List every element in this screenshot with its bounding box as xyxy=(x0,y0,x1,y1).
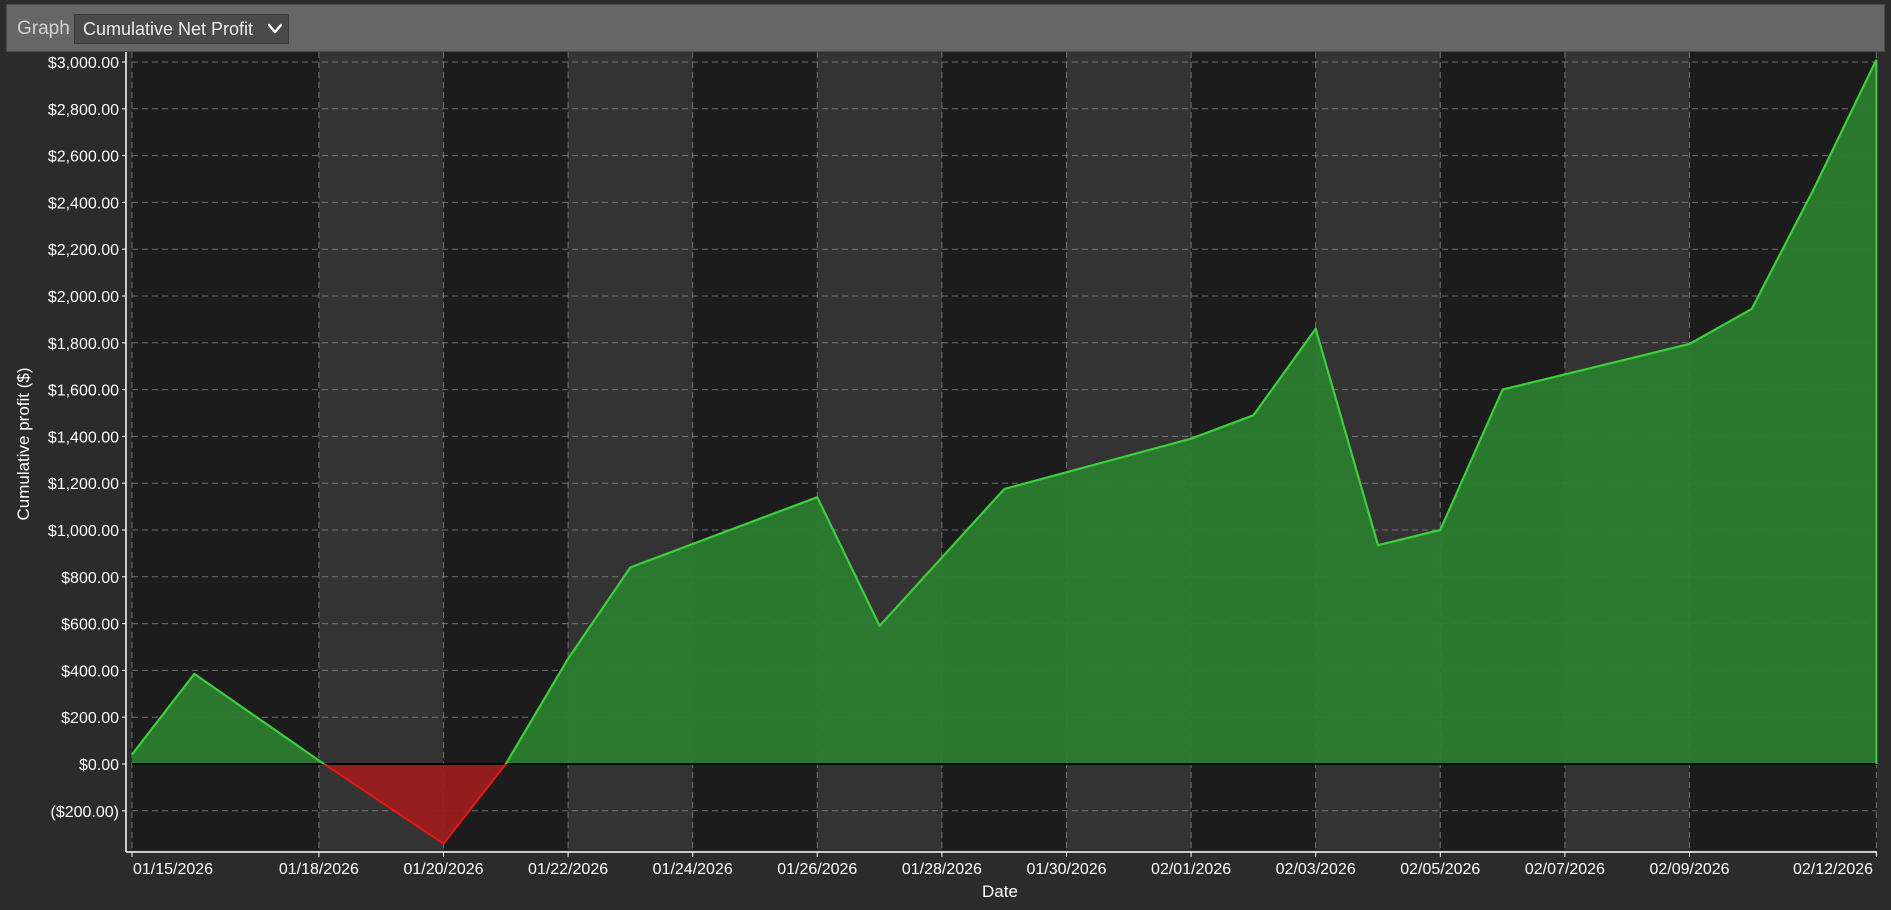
y-tick-label: $2,600.00 xyxy=(48,149,119,166)
shaded-band xyxy=(318,52,444,850)
graph-label: Graph xyxy=(17,18,70,39)
y-tick-label: $2,000.00 xyxy=(48,289,119,306)
x-tick-label: 01/20/2026 xyxy=(403,861,483,878)
y-tick-label: $1,800.00 xyxy=(48,336,119,353)
cumulative-profit-chart: $3,000.00 $2,800.00 $2,600.00 $2,400.00 $2,2… xyxy=(0,52,1891,910)
y-tick-label: $0.00 xyxy=(79,757,119,774)
x-tick-label: 01/18/2026 xyxy=(279,861,359,878)
x-tick-label: 01/28/2026 xyxy=(902,861,982,878)
y-tick-label: $400.00 xyxy=(61,663,119,680)
y-tick-label: $2,400.00 xyxy=(48,195,119,212)
x-tick-label: 01/30/2026 xyxy=(1026,861,1106,878)
metric-dropdown[interactable]: Cumulative Net Profit xyxy=(74,14,289,44)
x-tick-label: 02/03/2026 xyxy=(1276,861,1356,878)
y-tick-label: $1,400.00 xyxy=(48,429,119,446)
x-axis-label: Date xyxy=(982,882,1018,901)
graph-toolbar: Graph Cumulative Net Profit xyxy=(6,4,1885,52)
x-tick-label: 02/05/2026 xyxy=(1400,861,1480,878)
y-axis-label: Cumulative profit ($) xyxy=(14,367,33,520)
y-tick-label: ($200.00) xyxy=(51,804,120,821)
x-tick-label: 02/09/2026 xyxy=(1649,861,1729,878)
app-window: Graph Cumulative Net Profit $3,000.00 $2,… xyxy=(0,0,1891,910)
x-tick-label: 02/07/2026 xyxy=(1525,861,1605,878)
chevron-down-icon xyxy=(268,23,282,34)
x-tick-label: 01/26/2026 xyxy=(777,861,857,878)
y-tick-label: $200.00 xyxy=(61,710,119,727)
y-tick-label: $1,600.00 xyxy=(48,383,119,400)
x-tick-label: 01/15/2026 xyxy=(133,861,213,878)
y-tick-label: $2,800.00 xyxy=(48,102,119,119)
y-tick-label: $2,200.00 xyxy=(48,242,119,259)
y-tick-label: $1,000.00 xyxy=(48,523,119,540)
y-tick-label: $3,000.00 xyxy=(48,55,119,72)
y-tick-label: $600.00 xyxy=(61,617,119,634)
x-tick-label: 01/22/2026 xyxy=(528,861,608,878)
y-tick-label: $1,200.00 xyxy=(48,476,119,493)
x-tick-label: 02/12/2026 xyxy=(1793,861,1873,878)
y-tick-label: $800.00 xyxy=(61,570,119,587)
x-tick-label: 02/01/2026 xyxy=(1151,861,1231,878)
x-tick-label: 01/24/2026 xyxy=(653,861,733,878)
metric-dropdown-value: Cumulative Net Profit xyxy=(83,19,254,39)
